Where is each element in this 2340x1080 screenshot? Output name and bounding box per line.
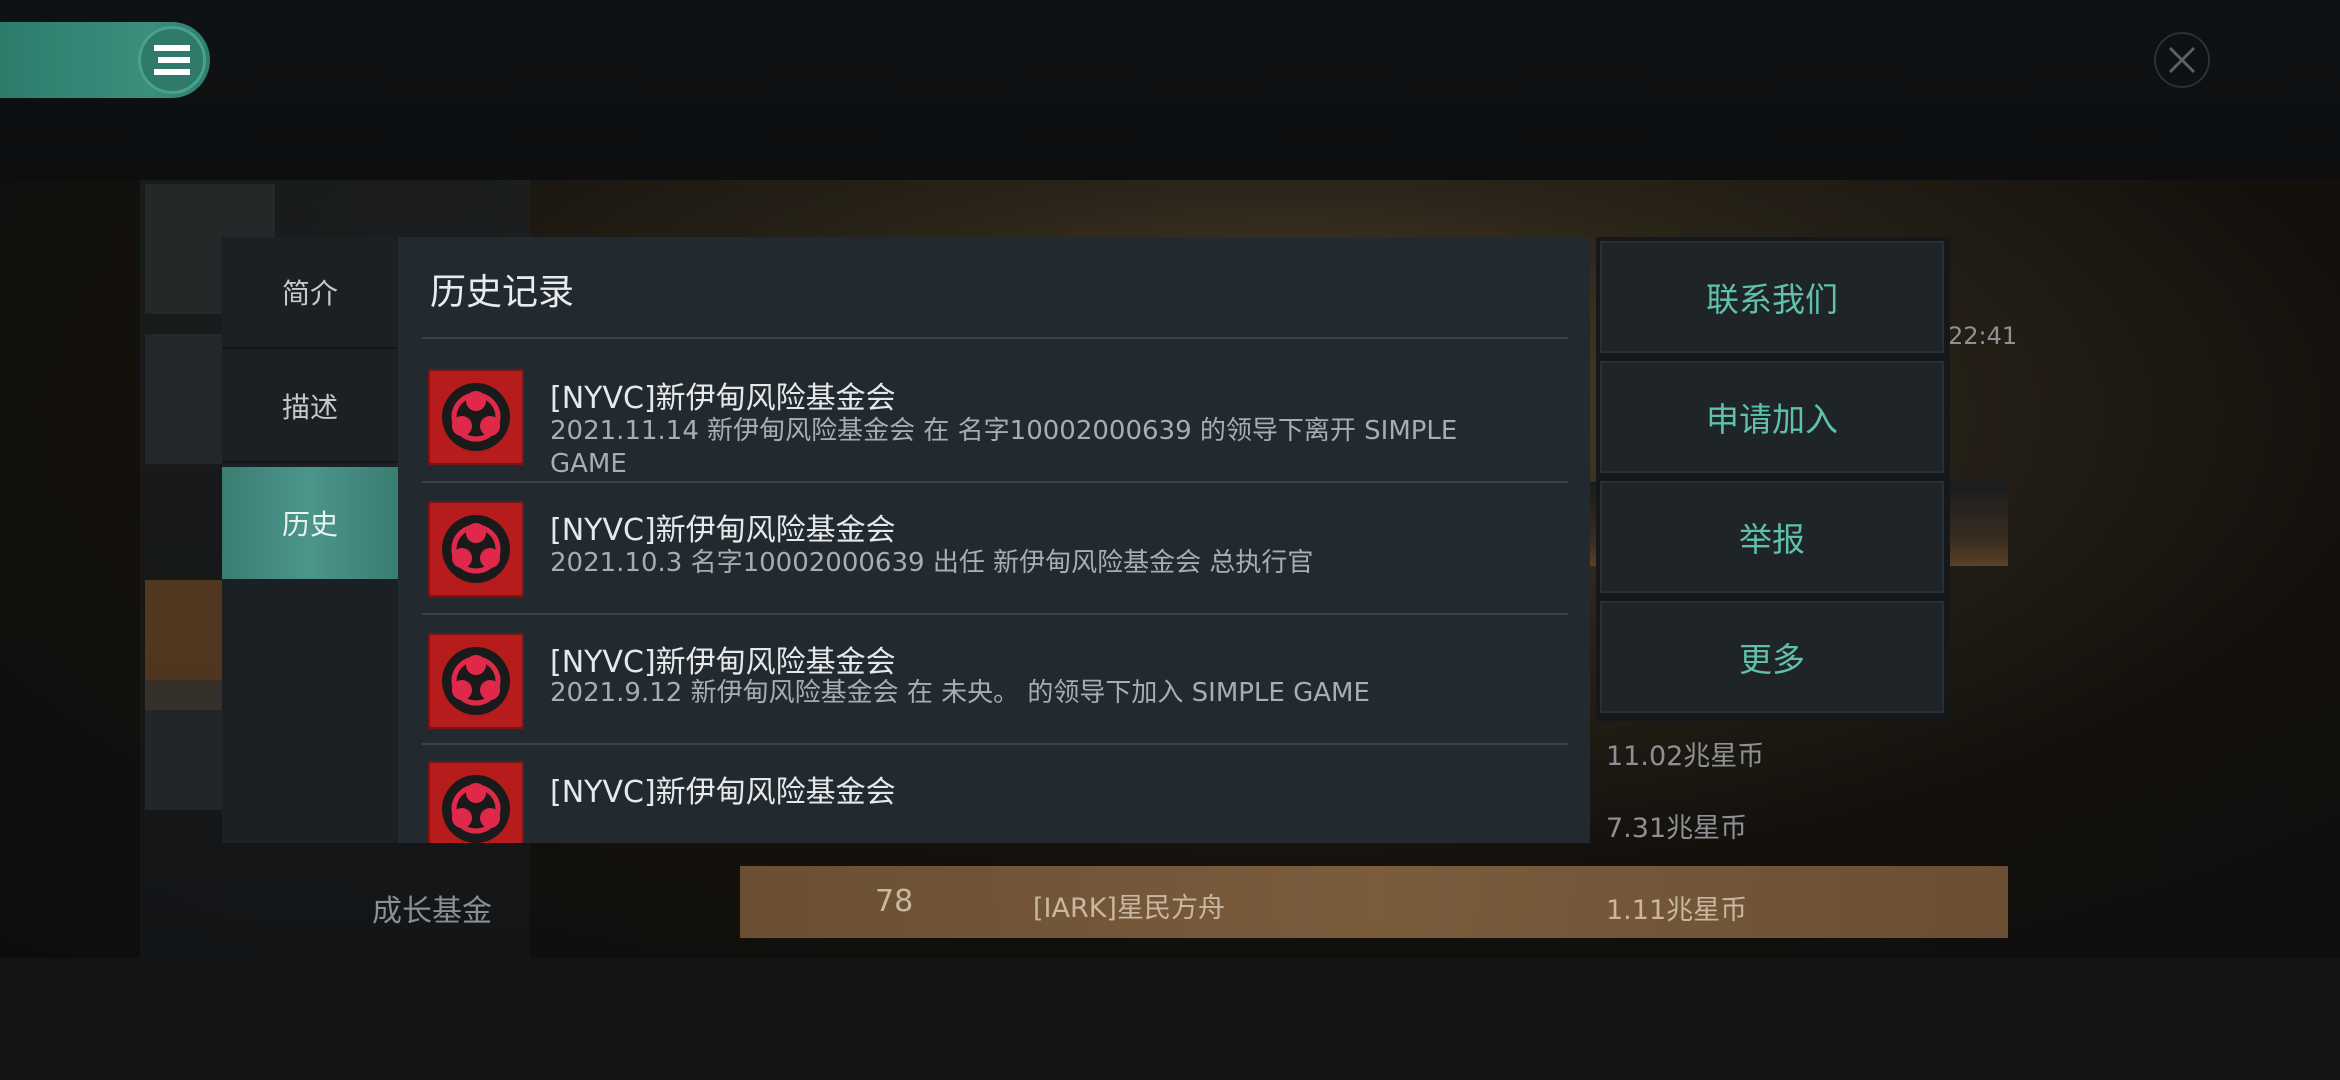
nav-item-history[interactable]: 历史 (222, 467, 398, 579)
entry-title: [NYVC]新伊甸风险基金会 (550, 775, 896, 810)
entry-description: 2021.11.14 新伊甸风险基金会 在 名字10002000639 的领导下… (550, 416, 1458, 479)
corporation-info-modal: 简介 描述 历史 历史记录 [NYVC]新伊甸风险基金会 2021.11.14 … (222, 237, 1590, 843)
report-button[interactable]: 举报 (1600, 481, 1944, 593)
close-icon (2168, 46, 2196, 74)
biohazard-icon (428, 369, 524, 465)
biohazard-icon (428, 501, 524, 597)
background-row-rank: 78 (875, 884, 914, 919)
list-item[interactable]: [NYVC]新伊甸风险基金会 (422, 747, 1568, 843)
background-row-name: [IARK]星民方舟 (1033, 893, 1225, 924)
background-row-amount: 1.11兆星币 (1606, 895, 1748, 926)
title-divider (422, 337, 1568, 339)
growth-fund-label: 成长基金 (372, 894, 492, 929)
list-item[interactable]: [NYVC]新伊甸风险基金会 2021.10.3 名字10002000639 出… (422, 485, 1568, 615)
background-amount: 7.31兆星币 (1606, 813, 1748, 844)
apply-join-button[interactable]: 申请加入 (1600, 361, 1944, 473)
entry-title: [NYVC]新伊甸风险基金会 (550, 645, 896, 680)
modal-side-nav: 简介 描述 历史 (222, 237, 398, 843)
biohazard-icon (428, 633, 524, 729)
background-amount: 11.02兆星币 (1606, 741, 1765, 772)
nav-item-description[interactable]: 描述 (222, 351, 398, 463)
top-bar (0, 0, 2340, 181)
background-time: 22:41 (1948, 322, 2018, 350)
action-panel: 联系我们 申请加入 举报 更多 (1596, 237, 1950, 721)
menu-button[interactable] (138, 26, 206, 94)
entry-title: [NYVC]新伊甸风险基金会 (550, 513, 896, 548)
contact-us-button[interactable]: 联系我们 (1600, 241, 1944, 353)
history-panel: 历史记录 [NYVC]新伊甸风险基金会 2021.11.14 新伊甸风险基金会 (398, 237, 1590, 843)
biohazard-icon (428, 761, 524, 843)
entry-description: 2021.10.3 名字10002000639 出任 新伊甸风险基金会 总执行官 (550, 548, 1314, 578)
list-item[interactable]: [NYVC]新伊甸风险基金会 2021.9.12 新伊甸风险基金会 在 未央。 … (422, 617, 1568, 745)
nav-item-intro[interactable]: 简介 (222, 237, 398, 349)
more-button[interactable]: 更多 (1600, 601, 1944, 713)
background-highlight-row (740, 866, 2008, 938)
entry-title: [NYVC]新伊甸风险基金会 (550, 381, 896, 416)
bottom-bar (0, 958, 2340, 1080)
entry-description: 2021.9.12 新伊甸风险基金会 在 未央。 的领导下加入 SIMPLE G… (550, 678, 1370, 708)
menu-icon (152, 45, 190, 75)
close-button[interactable] (2154, 32, 2210, 88)
list-item[interactable]: [NYVC]新伊甸风险基金会 2021.11.14 新伊甸风险基金会 在 名字1… (422, 353, 1568, 483)
page-title: 历史记录 (430, 272, 575, 313)
